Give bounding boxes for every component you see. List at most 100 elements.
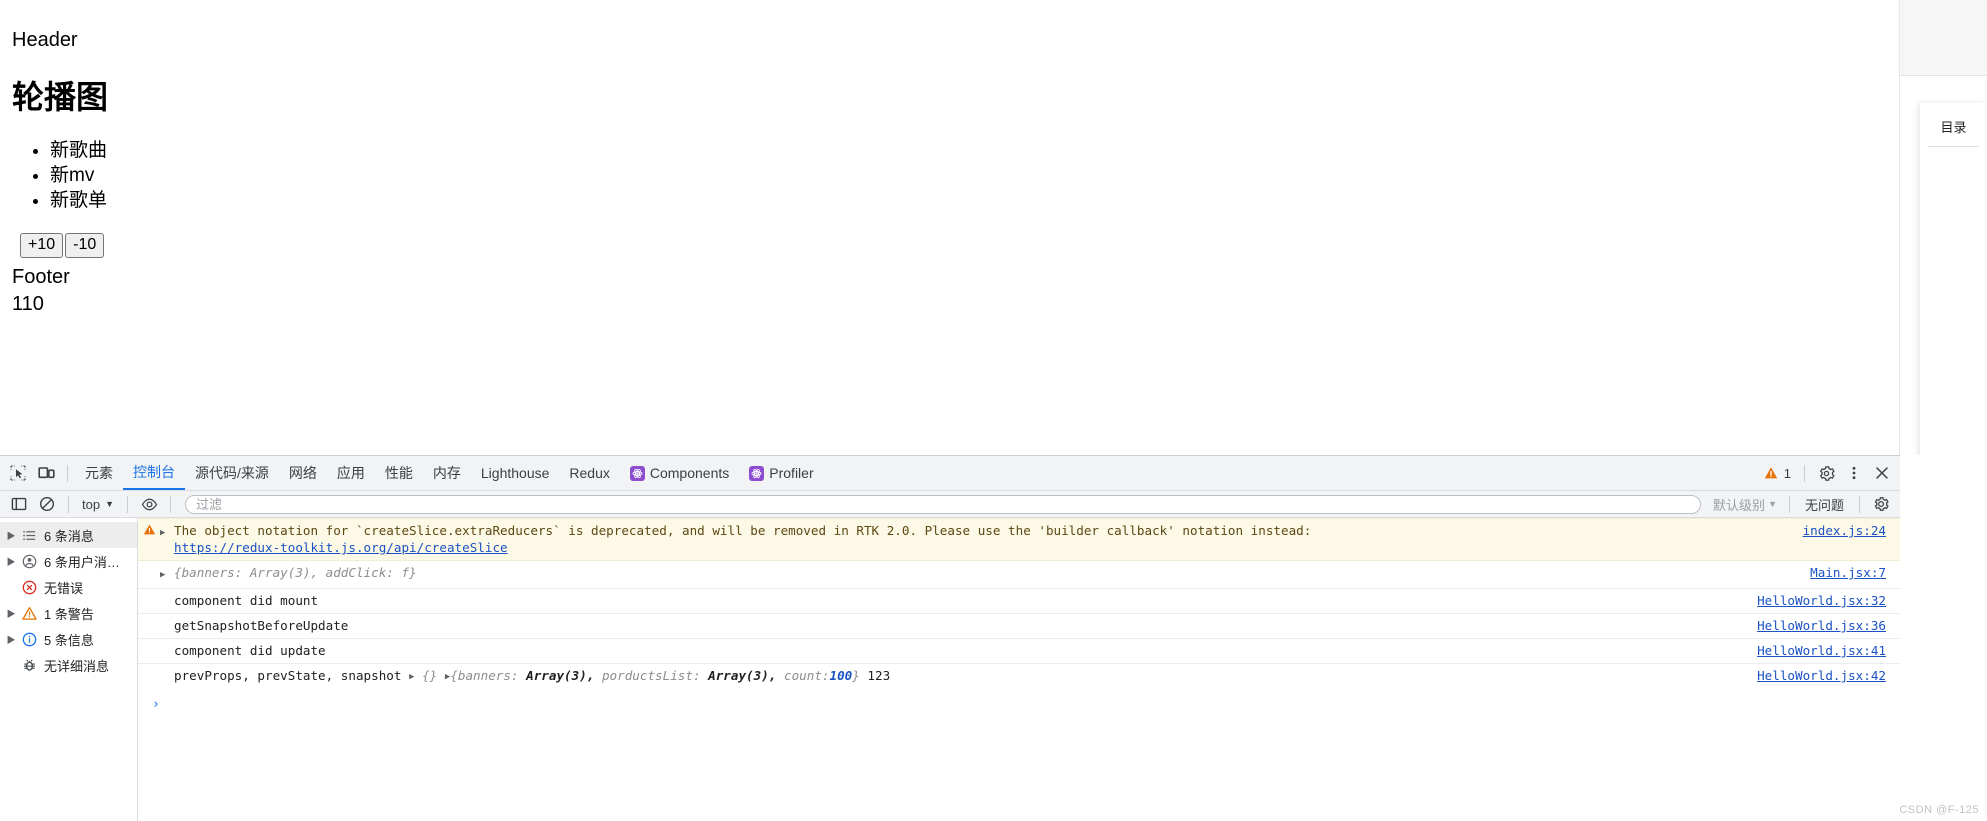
console-filter-input[interactable] — [185, 494, 1702, 514]
warning-icon — [143, 524, 155, 535]
disclosure-placeholder — [160, 617, 174, 620]
tab-label: 性能 — [384, 465, 413, 481]
tab-label: 应用 — [336, 465, 365, 481]
close-icon[interactable] — [1868, 459, 1896, 487]
chevron-right-icon[interactable]: ▶ — [4, 633, 18, 646]
user-icon — [18, 554, 40, 569]
sidebar-item-label: 6 条用户消… — [44, 554, 120, 570]
tab-memory[interactable]: 内存 — [423, 456, 471, 490]
page-footer-text: Footer — [12, 266, 70, 289]
console-filter-toolbar: top ▼ 默认级别 ▼ 无问题 — [0, 491, 1900, 518]
warning-count-value: 1 — [1783, 465, 1791, 481]
console-message-multi-arg[interactable]: prevProps, prevState, snapshot ▶ {} ▶{ba… — [138, 664, 1900, 691]
gear-icon[interactable] — [1812, 459, 1840, 487]
expand-triangle-icon[interactable]: ▶ — [409, 669, 414, 686]
console-message-log[interactable]: component did update HelloWorld.jsx:41 — [138, 639, 1900, 664]
console-prompt[interactable]: › — [138, 691, 1900, 723]
disclosure-placeholder — [160, 592, 174, 595]
warning-message-body: The object notation for `createSlice.ext… — [174, 523, 1312, 538]
tab-redux[interactable]: Redux — [559, 456, 619, 490]
source-link[interactable]: HelloWorld.jsx:41 — [1741, 642, 1886, 659]
sidebar-item-messages[interactable]: ▶ 6 条消息 — [0, 522, 137, 548]
tab-label: Redux — [569, 465, 610, 481]
clear-console-icon[interactable] — [33, 490, 61, 518]
message-level-gutter — [138, 592, 160, 593]
devtools-tabbar: 元素 控制台 源代码/来源 网络 应用 性能 内存 Lighthouse Red… — [0, 456, 1900, 491]
toolbar-divider — [1804, 464, 1805, 482]
console-message-object[interactable]: ▶ {banners: Array(3), addClick: f} Main.… — [138, 561, 1900, 589]
console-body: ▶ 6 条消息 ▶ 6 条用户消… 无错误 ▶ 1 条警告 ▶ 5 条信息 无详… — [0, 518, 1900, 821]
log-level-selector[interactable]: 默认级别 ▼ — [1708, 493, 1782, 516]
docs-link[interactable]: https://redux-toolkit.js.org/api/createS… — [174, 540, 508, 555]
web-page-viewport: Header 轮播图 新歌曲 新mv 新歌单 +10-10 Footer 110 — [0, 0, 1900, 455]
tab-profiler[interactable]: Profiler — [739, 456, 823, 490]
chevron-right-icon[interactable]: ▶ — [4, 529, 18, 542]
tab-label: Profiler — [769, 465, 814, 481]
issues-indicator[interactable]: 无问题 — [1797, 493, 1852, 516]
error-icon — [18, 580, 40, 595]
toolbar-divider — [1788, 495, 1790, 513]
console-message-warning[interactable]: ▶ The object notation for `createSlice.e… — [138, 518, 1900, 561]
chevron-right-icon[interactable]: ▶ — [4, 555, 18, 568]
device-toolbar-icon[interactable] — [32, 459, 60, 487]
react-extension-icon — [749, 465, 765, 481]
object-key: porductsList: — [601, 668, 701, 683]
warning-icon — [1764, 467, 1777, 479]
expand-triangle-icon[interactable]: ▶ — [445, 669, 450, 686]
tab-performance[interactable]: 性能 — [375, 456, 423, 490]
tab-components[interactable]: Components — [620, 456, 739, 490]
execution-context-selector[interactable]: top ▼ — [76, 495, 120, 514]
disclosure-placeholder — [160, 667, 174, 670]
sidebar-item-errors[interactable]: 无错误 — [0, 574, 137, 600]
console-message-log[interactable]: getSnapshotBeforeUpdate HelloWorld.jsx:3… — [138, 614, 1900, 639]
tab-elements[interactable]: 元素 — [75, 456, 123, 490]
object-key: count: — [783, 668, 830, 683]
tab-label: 内存 — [432, 465, 461, 481]
tab-application[interactable]: 应用 — [327, 456, 375, 490]
message-level-gutter — [138, 522, 160, 536]
tab-sources[interactable]: 源代码/来源 — [185, 456, 279, 490]
tab-label: 控制台 — [133, 464, 175, 480]
increment-button[interactable]: +10 — [20, 233, 64, 259]
source-link[interactable]: HelloWorld.jsx:42 — [1741, 667, 1886, 684]
source-link[interactable]: HelloWorld.jsx:32 — [1741, 592, 1886, 609]
toc-title: 目录 — [1940, 120, 1967, 135]
sidebar-item-label: 1 条警告 — [44, 606, 94, 622]
console-sidebar-toggle-icon[interactable] — [5, 490, 33, 518]
object-brace-close: } — [852, 668, 860, 683]
expand-triangle-icon[interactable]: ▶ — [160, 564, 174, 584]
object-value: Array(3), — [526, 668, 595, 683]
live-expression-icon[interactable] — [135, 490, 163, 518]
message-text: prevProps, prevState, snapshot ▶ {} ▶{ba… — [174, 667, 1741, 687]
message-text: component did mount — [174, 593, 319, 608]
tab-console[interactable]: 控制台 — [123, 456, 185, 490]
tab-network[interactable]: 网络 — [279, 456, 327, 490]
sidebar-item-warnings[interactable]: ▶ 1 条警告 — [0, 600, 137, 626]
source-link[interactable]: HelloWorld.jsx:36 — [1741, 617, 1886, 634]
tab-lighthouse[interactable]: Lighthouse — [471, 456, 560, 490]
chevron-down-icon: ▼ — [1768, 499, 1777, 509]
source-link[interactable]: index.js:24 — [1787, 522, 1886, 539]
decrement-button[interactable]: -10 — [65, 233, 105, 259]
expand-triangle-icon[interactable]: ▶ — [160, 522, 174, 542]
sidebar-item-verbose[interactable]: 无详细消息 — [0, 652, 137, 678]
sidebar-item-info[interactable]: ▶ 5 条信息 — [0, 626, 137, 652]
chevron-down-icon: ▼ — [105, 499, 114, 509]
warning-icon — [18, 606, 40, 621]
console-settings-gear-icon[interactable] — [1867, 490, 1895, 518]
toolbar-divider — [68, 495, 69, 513]
message-level-gutter — [138, 617, 160, 618]
sidebar-item-label: 6 条消息 — [44, 528, 94, 544]
tab-label: Components — [649, 465, 730, 481]
sidebar-item-user-messages[interactable]: ▶ 6 条用户消… — [0, 548, 137, 574]
multi-arg-prefix: prevProps, prevState, snapshot — [174, 668, 402, 683]
chevron-right-icon[interactable]: ▶ — [4, 607, 18, 620]
warning-count-indicator[interactable]: 1 — [1758, 466, 1797, 481]
inspect-element-icon[interactable] — [4, 459, 32, 487]
tab-label: 元素 — [85, 465, 113, 481]
object-preview-empty: {} — [422, 668, 438, 683]
prompt-caret-icon: › — [152, 697, 160, 712]
more-vertical-icon[interactable] — [1840, 459, 1868, 487]
console-message-log[interactable]: component did mount HelloWorld.jsx:32 — [138, 589, 1900, 614]
source-link[interactable]: Main.jsx:7 — [1794, 564, 1886, 581]
